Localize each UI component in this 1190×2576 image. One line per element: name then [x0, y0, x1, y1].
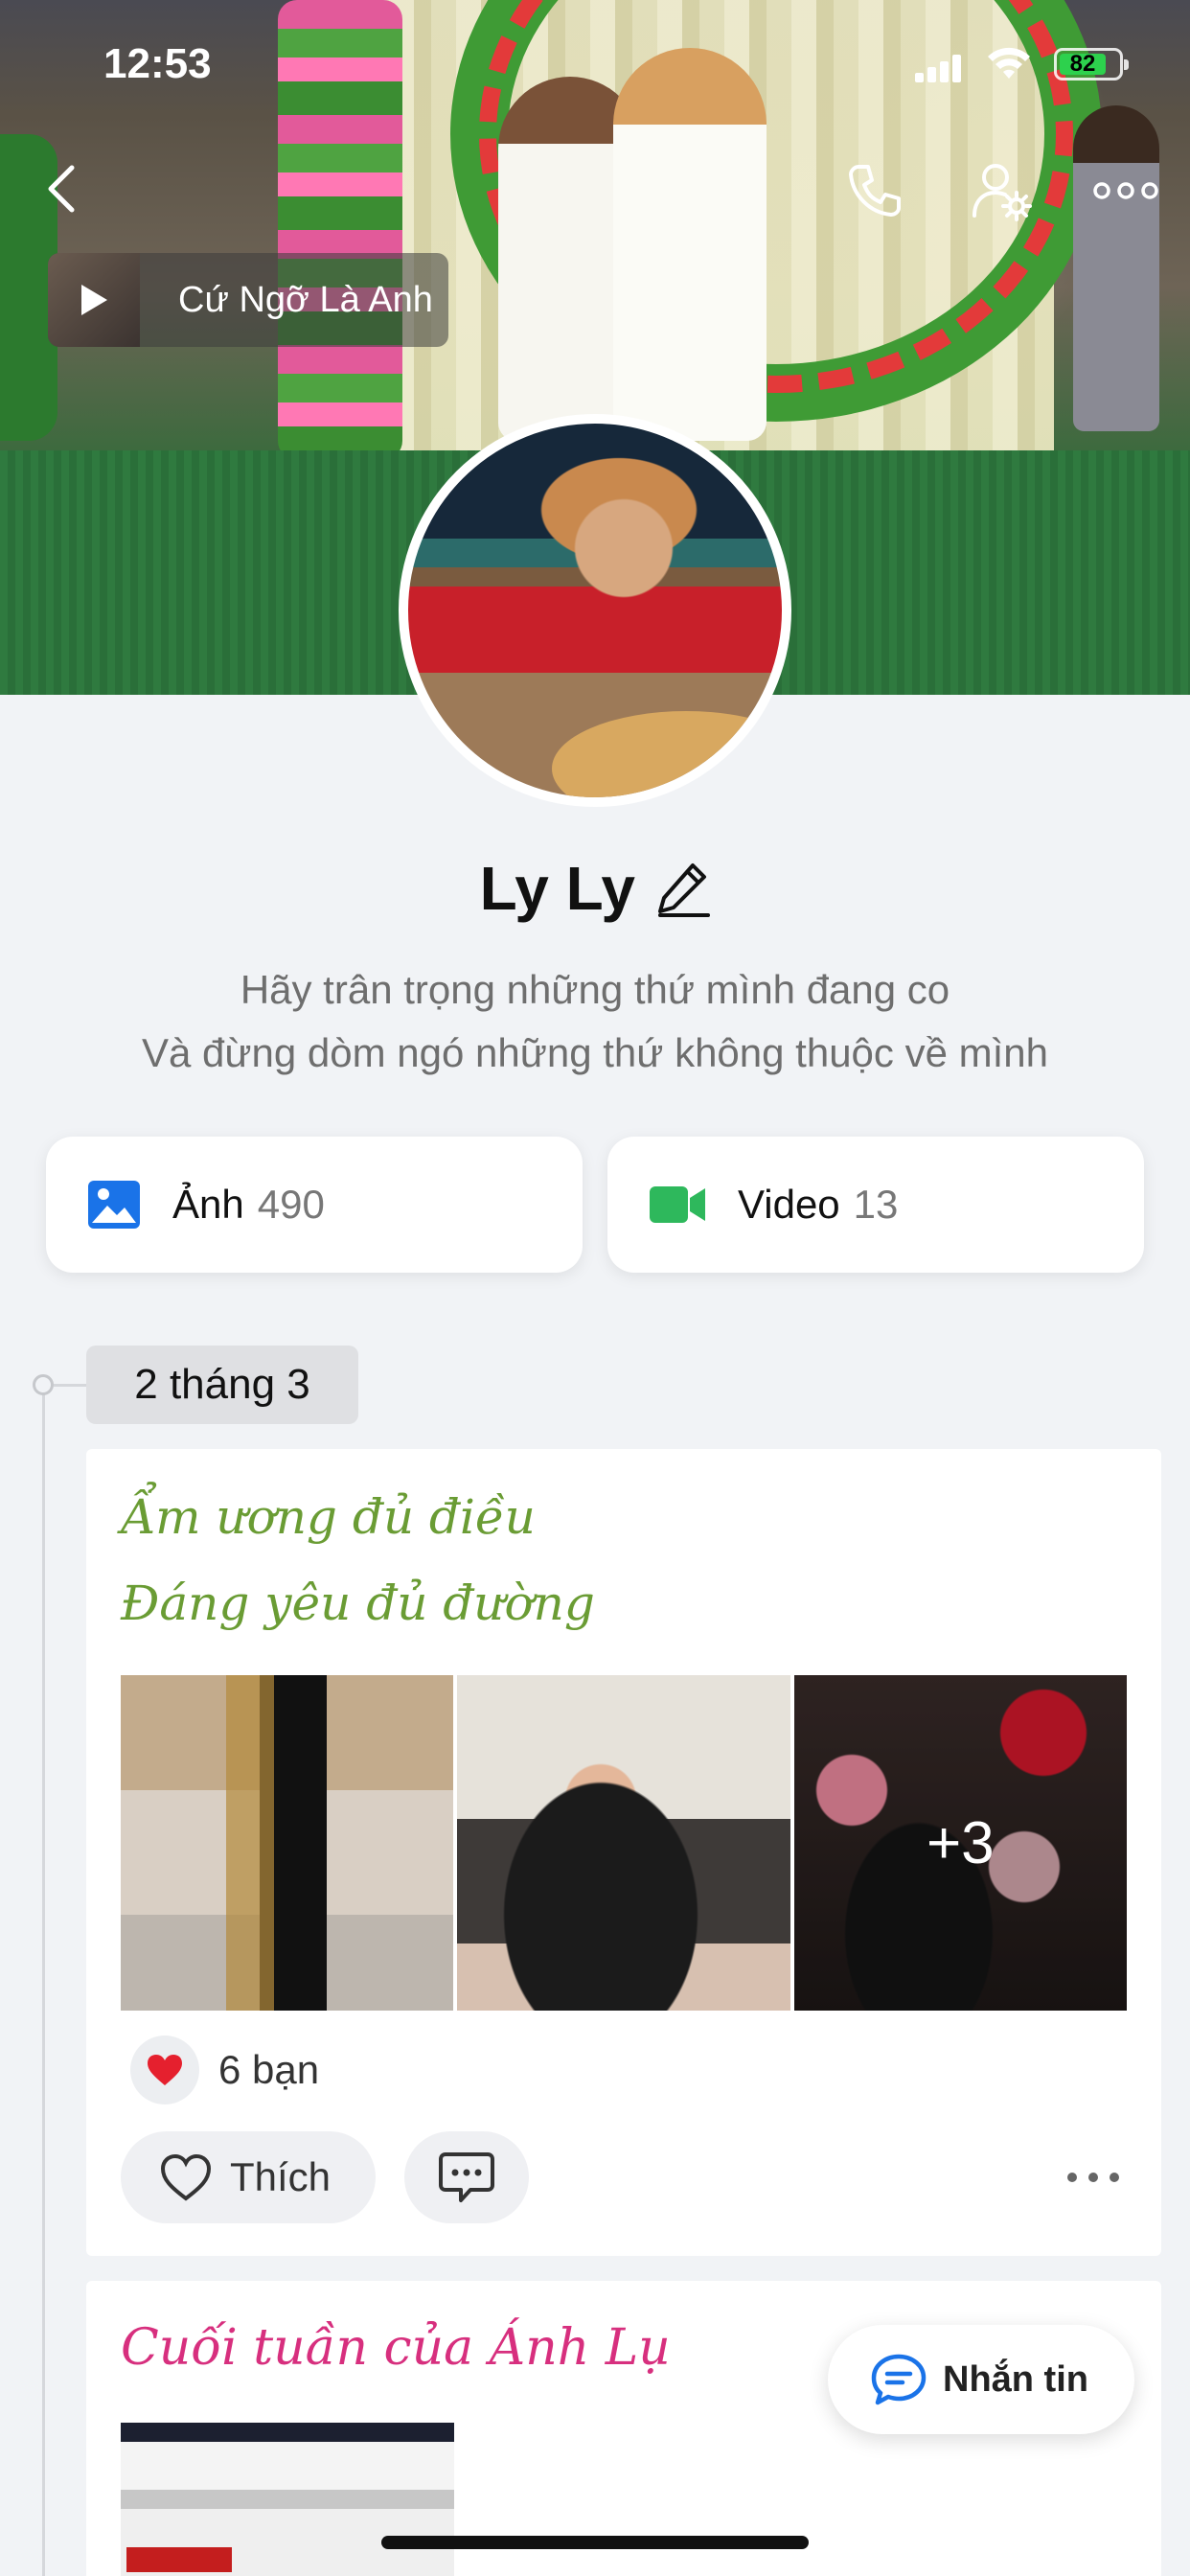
like-label: Thích — [230, 2154, 332, 2199]
post-actions: Thích — [121, 2131, 1127, 2223]
videos-count: 13 — [853, 1182, 899, 1227]
heart-outline-icon — [160, 2153, 212, 2201]
music-thumbnail — [48, 253, 140, 347]
reaction-bubble — [130, 2036, 199, 2104]
post-more-button[interactable] — [1060, 2156, 1127, 2198]
more-photos-count: +3 — [793, 1675, 1127, 2011]
profile-settings-button[interactable] — [968, 157, 1035, 224]
back-icon — [48, 165, 75, 213]
bio-line: Và đừng dòm ngó những thứ không thuộc về… — [142, 1030, 1048, 1075]
message-button-label: Nhắn tin — [943, 2358, 1088, 2400]
more-icon — [1093, 182, 1158, 199]
pencil-icon[interactable] — [656, 860, 711, 917]
status-time: 12:53 — [103, 40, 212, 87]
more-dots-icon — [1067, 2173, 1119, 2182]
post-photo[interactable] — [457, 1675, 790, 2011]
post-photo[interactable] — [121, 2423, 454, 2576]
post-caption-line: Đáng yêu đủ đường — [121, 1576, 595, 1631]
heart-icon — [148, 2055, 182, 2085]
reaction-count: 6 bạn — [218, 2047, 320, 2092]
videos-button[interactable]: Video 13 — [607, 1137, 1144, 1273]
bio-line: Hãy trân trọng những thứ mình đang co — [240, 967, 950, 1012]
timeline-line — [42, 1384, 45, 2576]
profile-name: Ly Ly — [479, 854, 635, 923]
music-title: Cứ Ngỡ Là Anh — [178, 279, 433, 320]
cover-person — [1073, 105, 1159, 431]
comment-icon — [439, 2152, 494, 2202]
chat-icon — [871, 2354, 927, 2405]
timeline-date: 2 tháng 3 — [86, 1346, 358, 1424]
call-button[interactable] — [841, 157, 908, 224]
user-settings-icon — [973, 164, 1032, 221]
comment-button[interactable] — [404, 2131, 529, 2223]
battery-level: 82 — [1060, 53, 1106, 76]
more-options-button[interactable] — [1092, 157, 1159, 224]
timeline-dot — [33, 1374, 54, 1395]
post-caption: Cuối tuần của Ánh Lụ — [121, 2319, 671, 2377]
wifi-icon — [988, 47, 1030, 79]
photos-count: 490 — [257, 1182, 325, 1227]
battery-icon: 82 — [1054, 48, 1129, 80]
profile-avatar[interactable] — [399, 414, 791, 807]
profile-music-player[interactable]: Cứ Ngỡ Là Anh — [48, 253, 448, 347]
reaction-summary[interactable]: 6 bạn — [130, 2036, 319, 2104]
post-photo[interactable]: +3 — [793, 1675, 1127, 2011]
home-indicator[interactable] — [381, 2536, 809, 2549]
photos-button[interactable]: Ảnh 490 — [46, 1137, 583, 1273]
signal-icon — [915, 54, 961, 82]
post-caption-line: Ẩm ương đủ điều — [121, 1489, 536, 1545]
back-button[interactable] — [29, 155, 96, 222]
play-icon — [81, 285, 107, 315]
image-icon — [88, 1181, 140, 1229]
profile-bio: Hãy trân trọng những thứ mình đang co Và… — [0, 958, 1190, 1085]
phone-icon — [849, 165, 901, 217]
timeline-post[interactable]: Ẩm ương đủ điều Đáng yêu đủ đường +3 6 b… — [86, 1449, 1161, 2256]
message-button[interactable]: Nhắn tin — [828, 2325, 1134, 2434]
post-photo-gallery: +3 — [121, 1675, 1127, 2011]
status-bar: 12:53 82 — [0, 0, 1190, 125]
profile-name-row: Ly Ly — [0, 853, 1190, 924]
post-photo[interactable] — [121, 1675, 454, 2011]
timeline-connector — [54, 1384, 86, 1387]
videos-label: Video — [738, 1182, 840, 1227]
like-button[interactable]: Thích — [121, 2131, 376, 2223]
photos-label: Ảnh — [172, 1182, 244, 1227]
video-camera-icon — [650, 1186, 705, 1223]
